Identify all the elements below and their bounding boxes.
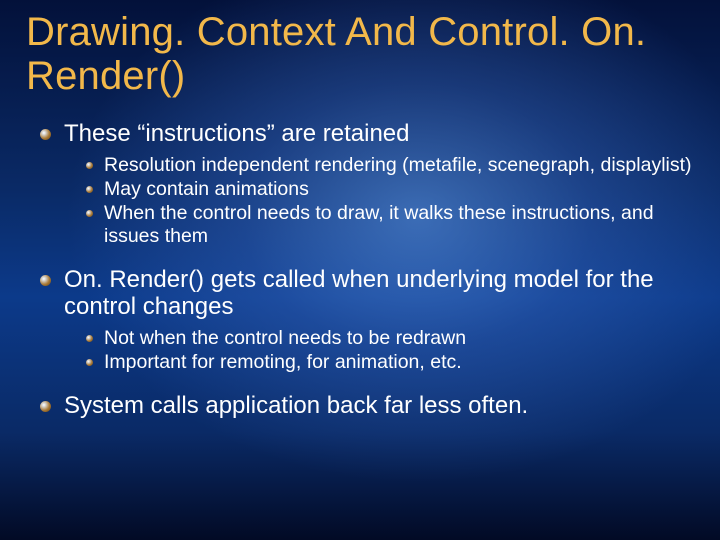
list-item: Important for remoting, for animation, e… — [86, 351, 694, 374]
bullet-text: System calls application back far less o… — [64, 392, 528, 419]
bullet-list: These “instructions” are retained Resolu… — [26, 120, 694, 419]
bullet-text: On. Render() gets called when underlying… — [64, 266, 654, 321]
list-item: May contain animations — [86, 178, 694, 201]
sub-bullet-text: May contain animations — [104, 178, 309, 200]
list-item: When the control needs to draw, it walks… — [86, 202, 694, 248]
list-item: These “instructions” are retained Resolu… — [40, 120, 694, 248]
sub-bullet-text: Important for remoting, for animation, e… — [104, 351, 462, 373]
list-item: Not when the control needs to be redrawn — [86, 327, 694, 350]
sub-bullet-text: Not when the control needs to be redrawn — [104, 327, 466, 349]
list-item: On. Render() gets called when underlying… — [40, 266, 694, 374]
slide-title: Drawing. Context And Control. On. Render… — [26, 10, 694, 98]
list-item: System calls application back far less o… — [40, 392, 694, 420]
slide: Drawing. Context And Control. On. Render… — [0, 0, 720, 540]
sub-list: Resolution independent rendering (metafi… — [64, 154, 694, 248]
bullet-text: These “instructions” are retained — [64, 120, 410, 147]
sub-bullet-text: When the control needs to draw, it walks… — [104, 202, 654, 247]
sub-list: Not when the control needs to be redrawn… — [64, 327, 694, 374]
list-item: Resolution independent rendering (metafi… — [86, 154, 694, 177]
sub-bullet-text: Resolution independent rendering (metafi… — [104, 154, 692, 176]
